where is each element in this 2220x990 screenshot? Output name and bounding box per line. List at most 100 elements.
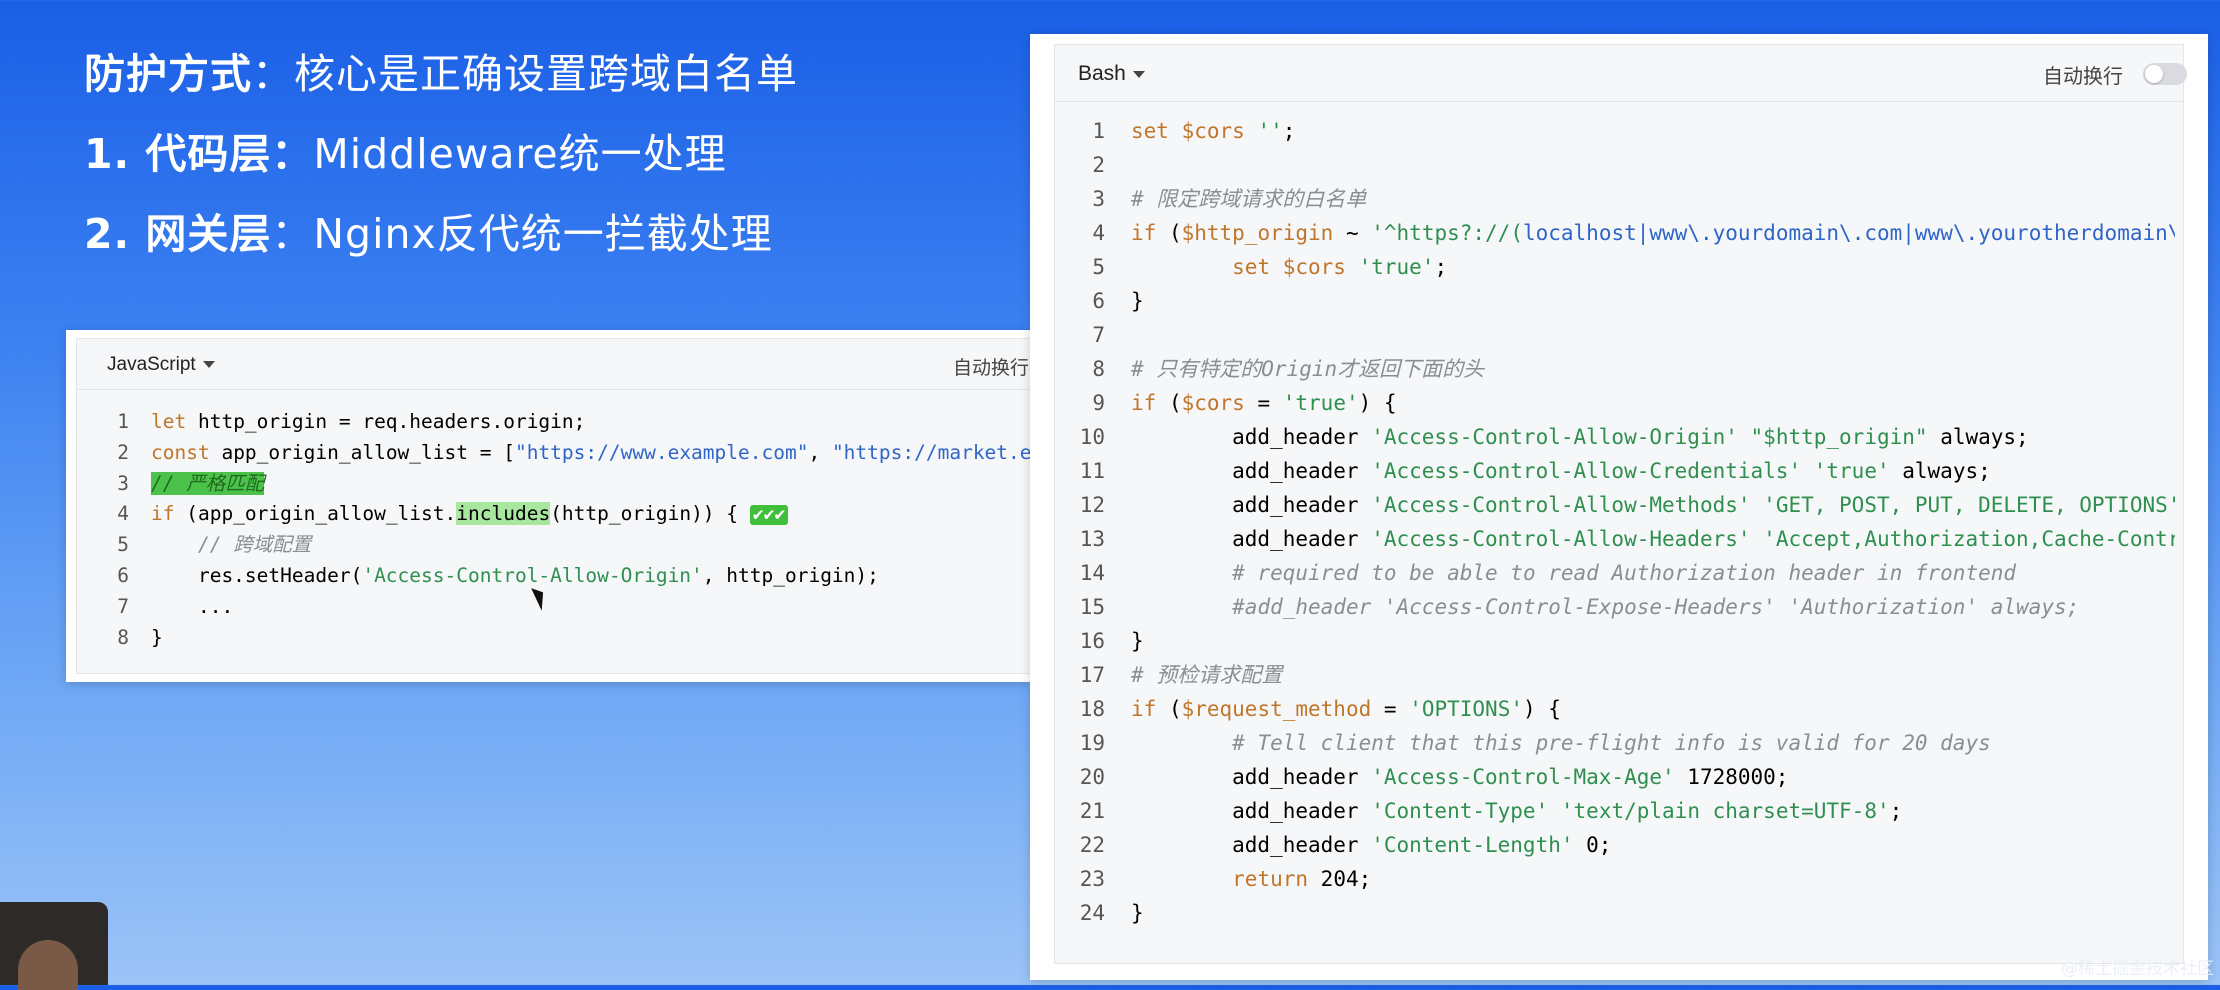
code-token: set [1232,255,1283,279]
code-token: ... [151,594,234,618]
line-number: 23 [1079,867,1105,891]
wrap-toggle-knob [2145,65,2163,83]
presenter-face [18,940,78,990]
headline-protection-text: ：核心是正确设置跨域白名单 [252,50,798,98]
line-number: 21 [1079,799,1105,823]
javascript-language-label: JavaScript [107,354,196,375]
code-line: 4 if (app_origin_allow_list.includes(http… [103,499,1093,530]
code-token: 'true' [1813,459,1890,483]
line-number: 8 [117,625,129,649]
code-token: ( [1168,391,1182,415]
code-line: 21 add_header 'Content-Type' 'text/plain… [1065,794,2175,828]
code-line: 12 add_header 'Access-Control-Allow-Meth… [1065,488,2175,522]
headline-gateway-layer-text: ：Nginx反代统一拦截处理 [271,210,773,258]
code-line: 8 # 只有特定的Origin才返回下面的头 [1065,352,2175,386]
code-token: 'Access-Control-Allow-Origin' [362,563,703,587]
line-number: 2 [117,440,129,464]
code-token: add_header [1131,799,1372,823]
code-token: app_origin_allow_list = [ [221,440,515,464]
code-token: ; [1282,119,1296,143]
code-token: // 跨域配置 [197,533,312,557]
code-line: 13 add_header 'Access-Control-Allow-Head… [1065,522,2175,556]
code-token: add_header [1131,459,1372,483]
code-token: 'Access-Control-Allow-Headers' [1371,527,1751,551]
code-token: $cors [1181,391,1245,415]
code-token: res.setHeader( [151,563,363,587]
headline-gateway-layer: 2. 网关层：Nginx反代统一拦截处理 [84,200,773,260]
code-token: always; [1889,459,1991,483]
code-line: 15 #add_header 'Access-Control-Expose-He… [1065,590,2175,624]
code-line: 2 [1065,148,2175,182]
watermark: @稀土掘金技术社区 [2061,959,2214,979]
line-number: 24 [1079,901,1105,925]
code-line: 7 [1065,318,2175,352]
line-number: 1 [117,410,129,433]
code-line: 3 // 严格匹配 [103,469,1093,500]
line-number: 4 [117,502,129,526]
code-token: http_origin = req.headers.origin; [197,410,586,433]
code-token: $http_origin [1181,221,1334,245]
code-token: if [1131,697,1169,721]
code-token: $cors [1282,255,1359,279]
javascript-wrap-label: 自动换行 [953,357,1030,379]
line-number: 14 [1079,561,1105,585]
code-line: 22 add_header 'Content-Length' 0; [1065,828,2175,862]
code-token: 'Access-Control-Allow-Credentials' [1371,459,1802,483]
code-token: add_header [1131,765,1372,789]
code-token: = [1244,391,1283,415]
bash-language-label: Bash [1078,62,1126,85]
bash-code-panel: Bash 自动换行 1 set $cors ''; 2 3 # 限定跨域请求的白名单 4 i… [1030,34,2208,980]
code-token: ; [1434,255,1448,279]
code-line: 5 // 跨域配置 [103,530,1093,561]
line-number: 11 [1079,459,1105,483]
code-token: let [151,410,198,433]
code-token: ) { [1358,391,1397,415]
code-line: 20 add_header 'Access-Control-Max-Age' 1… [1065,760,2175,794]
line-number: 7 [117,594,129,618]
code-line: 4 if ($http_origin ~ '^https?://(localhos… [1065,216,2175,250]
bash-code-block: Bash 自动换行 1 set $cors ''; 2 3 # 限定跨域请求的白名单 4 i… [1054,44,2187,964]
code-token: } [1131,901,1144,925]
code-token: return [1232,867,1321,891]
code-token: 'text/plain charset=UTF-8' [1560,799,1890,823]
code-token: 'Content-Length' [1371,833,1574,857]
javascript-code-toolbar: JavaScript 自动换行 [77,339,1087,390]
code-line: 18 if ($request_method = 'OPTIONS') { [1065,692,2175,726]
headline-code-layer: 1. 代码层：Middleware统一处理 [84,120,727,180]
code-line: 11 add_header 'Access-Control-Allow-Cred… [1065,454,2175,488]
wrap-toggle[interactable] [2143,63,2187,85]
code-token: ~ [1333,221,1372,245]
bash-language-dropdown[interactable]: Bash [1078,62,1145,86]
code-token: if [1131,391,1169,415]
code-token: 0; [1573,833,1612,857]
line-number: 13 [1079,527,1105,551]
headline-protection-bold: 防护方式 [84,50,252,98]
code-token: 'Access-Control-Allow-Methods' [1371,493,1751,517]
headline-gateway-layer-bold: 2. 网关层 [84,210,272,258]
code-token: includes [456,502,551,526]
line-number: 5 [1092,255,1105,279]
line-number: 15 [1079,595,1105,619]
webcam-overlay [0,902,108,990]
code-token: always; [1927,425,2029,449]
code-token: add_header [1131,493,1372,517]
code-line: 10 add_header 'Access-Control-Allow-Orig… [1065,420,2175,454]
code-line: 14 # required to be able to read Authori… [1065,556,2175,590]
code-token: 'true' [1358,255,1435,279]
line-number: 12 [1079,493,1105,517]
code-token: # 限定跨域请求的白名单 [1131,187,1367,211]
code-token: } [1131,289,1144,313]
code-line: 5 set $cors 'true'; [1065,250,2175,284]
code-token: ( [1168,697,1182,721]
code-token: 'GET, POST, PUT, DELETE, OPTIONS' [1763,493,2175,517]
code-token: add_header [1131,833,1372,857]
javascript-language-dropdown[interactable]: JavaScript [107,354,215,376]
line-number: 6 [1092,289,1105,313]
code-token: (http_origin)) { [550,502,750,526]
